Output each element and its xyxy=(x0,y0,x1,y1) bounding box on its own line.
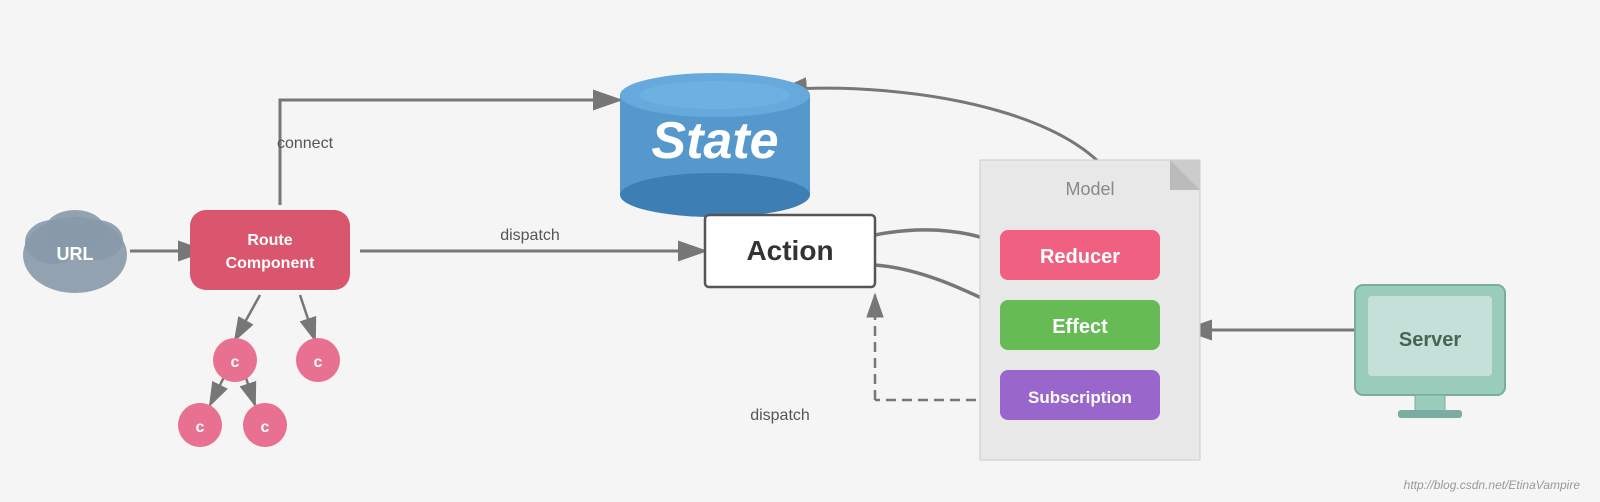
model-node: Model Reducer Effect Subscription xyxy=(980,160,1200,460)
c2-label: c xyxy=(314,354,323,371)
dispatch-label-2: dispatch xyxy=(750,407,810,424)
c4-label: c xyxy=(261,419,270,436)
component-c1-node: c xyxy=(213,338,257,382)
c3-label: c xyxy=(196,419,205,436)
state-label: State xyxy=(651,112,778,170)
watermark: http://blog.csdn.net/EtinaVampire xyxy=(1404,478,1580,492)
dispatch-label-1: dispatch xyxy=(500,227,560,244)
diagram-svg: URL Route Component connect dispatch Sta… xyxy=(0,0,1600,502)
effect-label: Effect xyxy=(1052,316,1108,338)
route-component-label2: Component xyxy=(226,255,316,272)
reducer-label: Reducer xyxy=(1040,246,1120,268)
route-component-node: Route Component xyxy=(190,210,350,290)
state-node: State xyxy=(620,73,810,217)
component-c2-node: c xyxy=(296,338,340,382)
component-c3-node: c xyxy=(178,403,222,447)
server-label: Server xyxy=(1399,329,1461,351)
c1-label: c xyxy=(231,354,240,371)
action-label: Action xyxy=(746,235,833,266)
component-c4-node: c xyxy=(243,403,287,447)
model-label: Model xyxy=(1065,179,1114,199)
action-node: Action xyxy=(705,215,875,287)
url-label: URL xyxy=(57,244,94,264)
subscription-label: Subscription xyxy=(1028,388,1132,407)
connect-label: connect xyxy=(277,135,334,152)
diagram-container: URL Route Component connect dispatch Sta… xyxy=(0,0,1600,502)
route-component-label1: Route xyxy=(247,232,292,249)
